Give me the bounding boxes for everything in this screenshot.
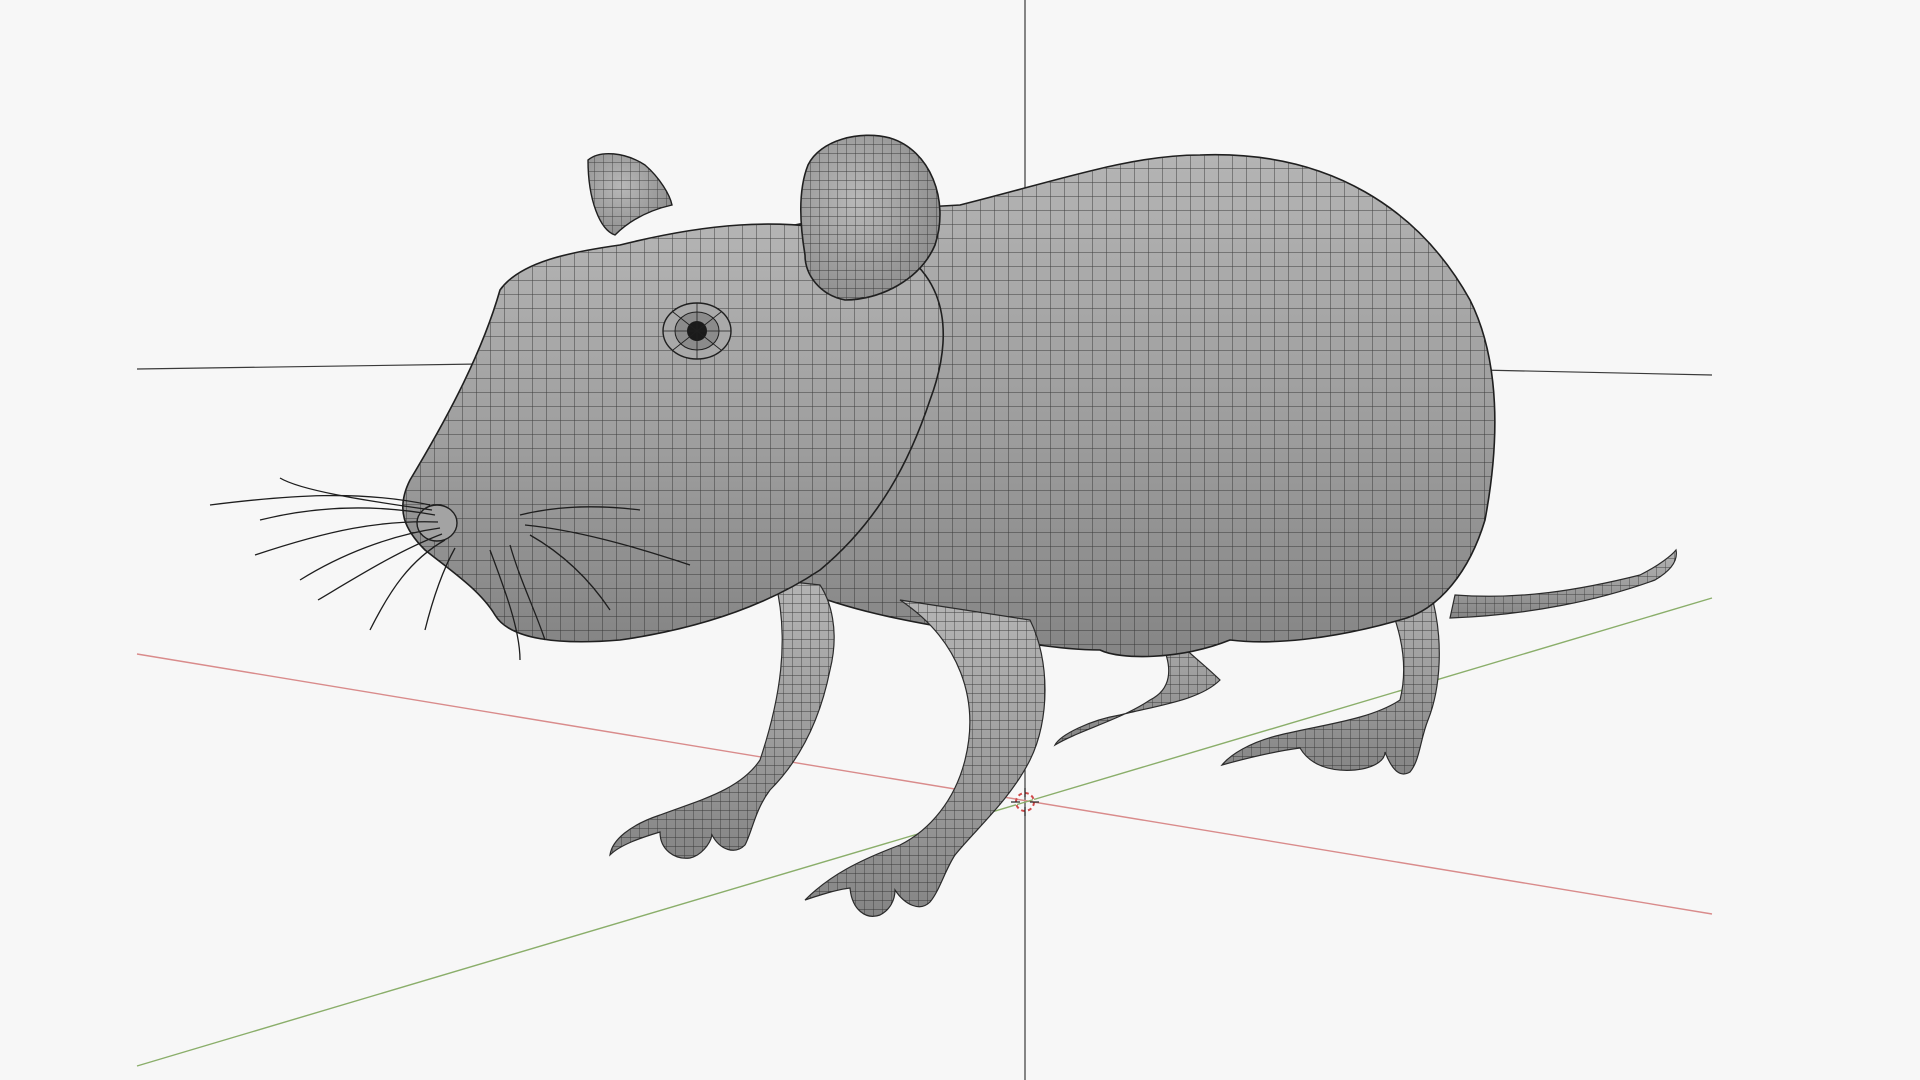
rat-mesh-model[interactable] — [209, 134, 1677, 917]
horizon-guide-line-left — [136, 363, 481, 370]
viewport-canvas[interactable] — [0, 0, 1920, 1080]
rat-eye — [662, 302, 732, 360]
3d-viewport[interactable] — [0, 0, 1920, 1080]
horizon-guide-line-right — [1479, 369, 1713, 376]
